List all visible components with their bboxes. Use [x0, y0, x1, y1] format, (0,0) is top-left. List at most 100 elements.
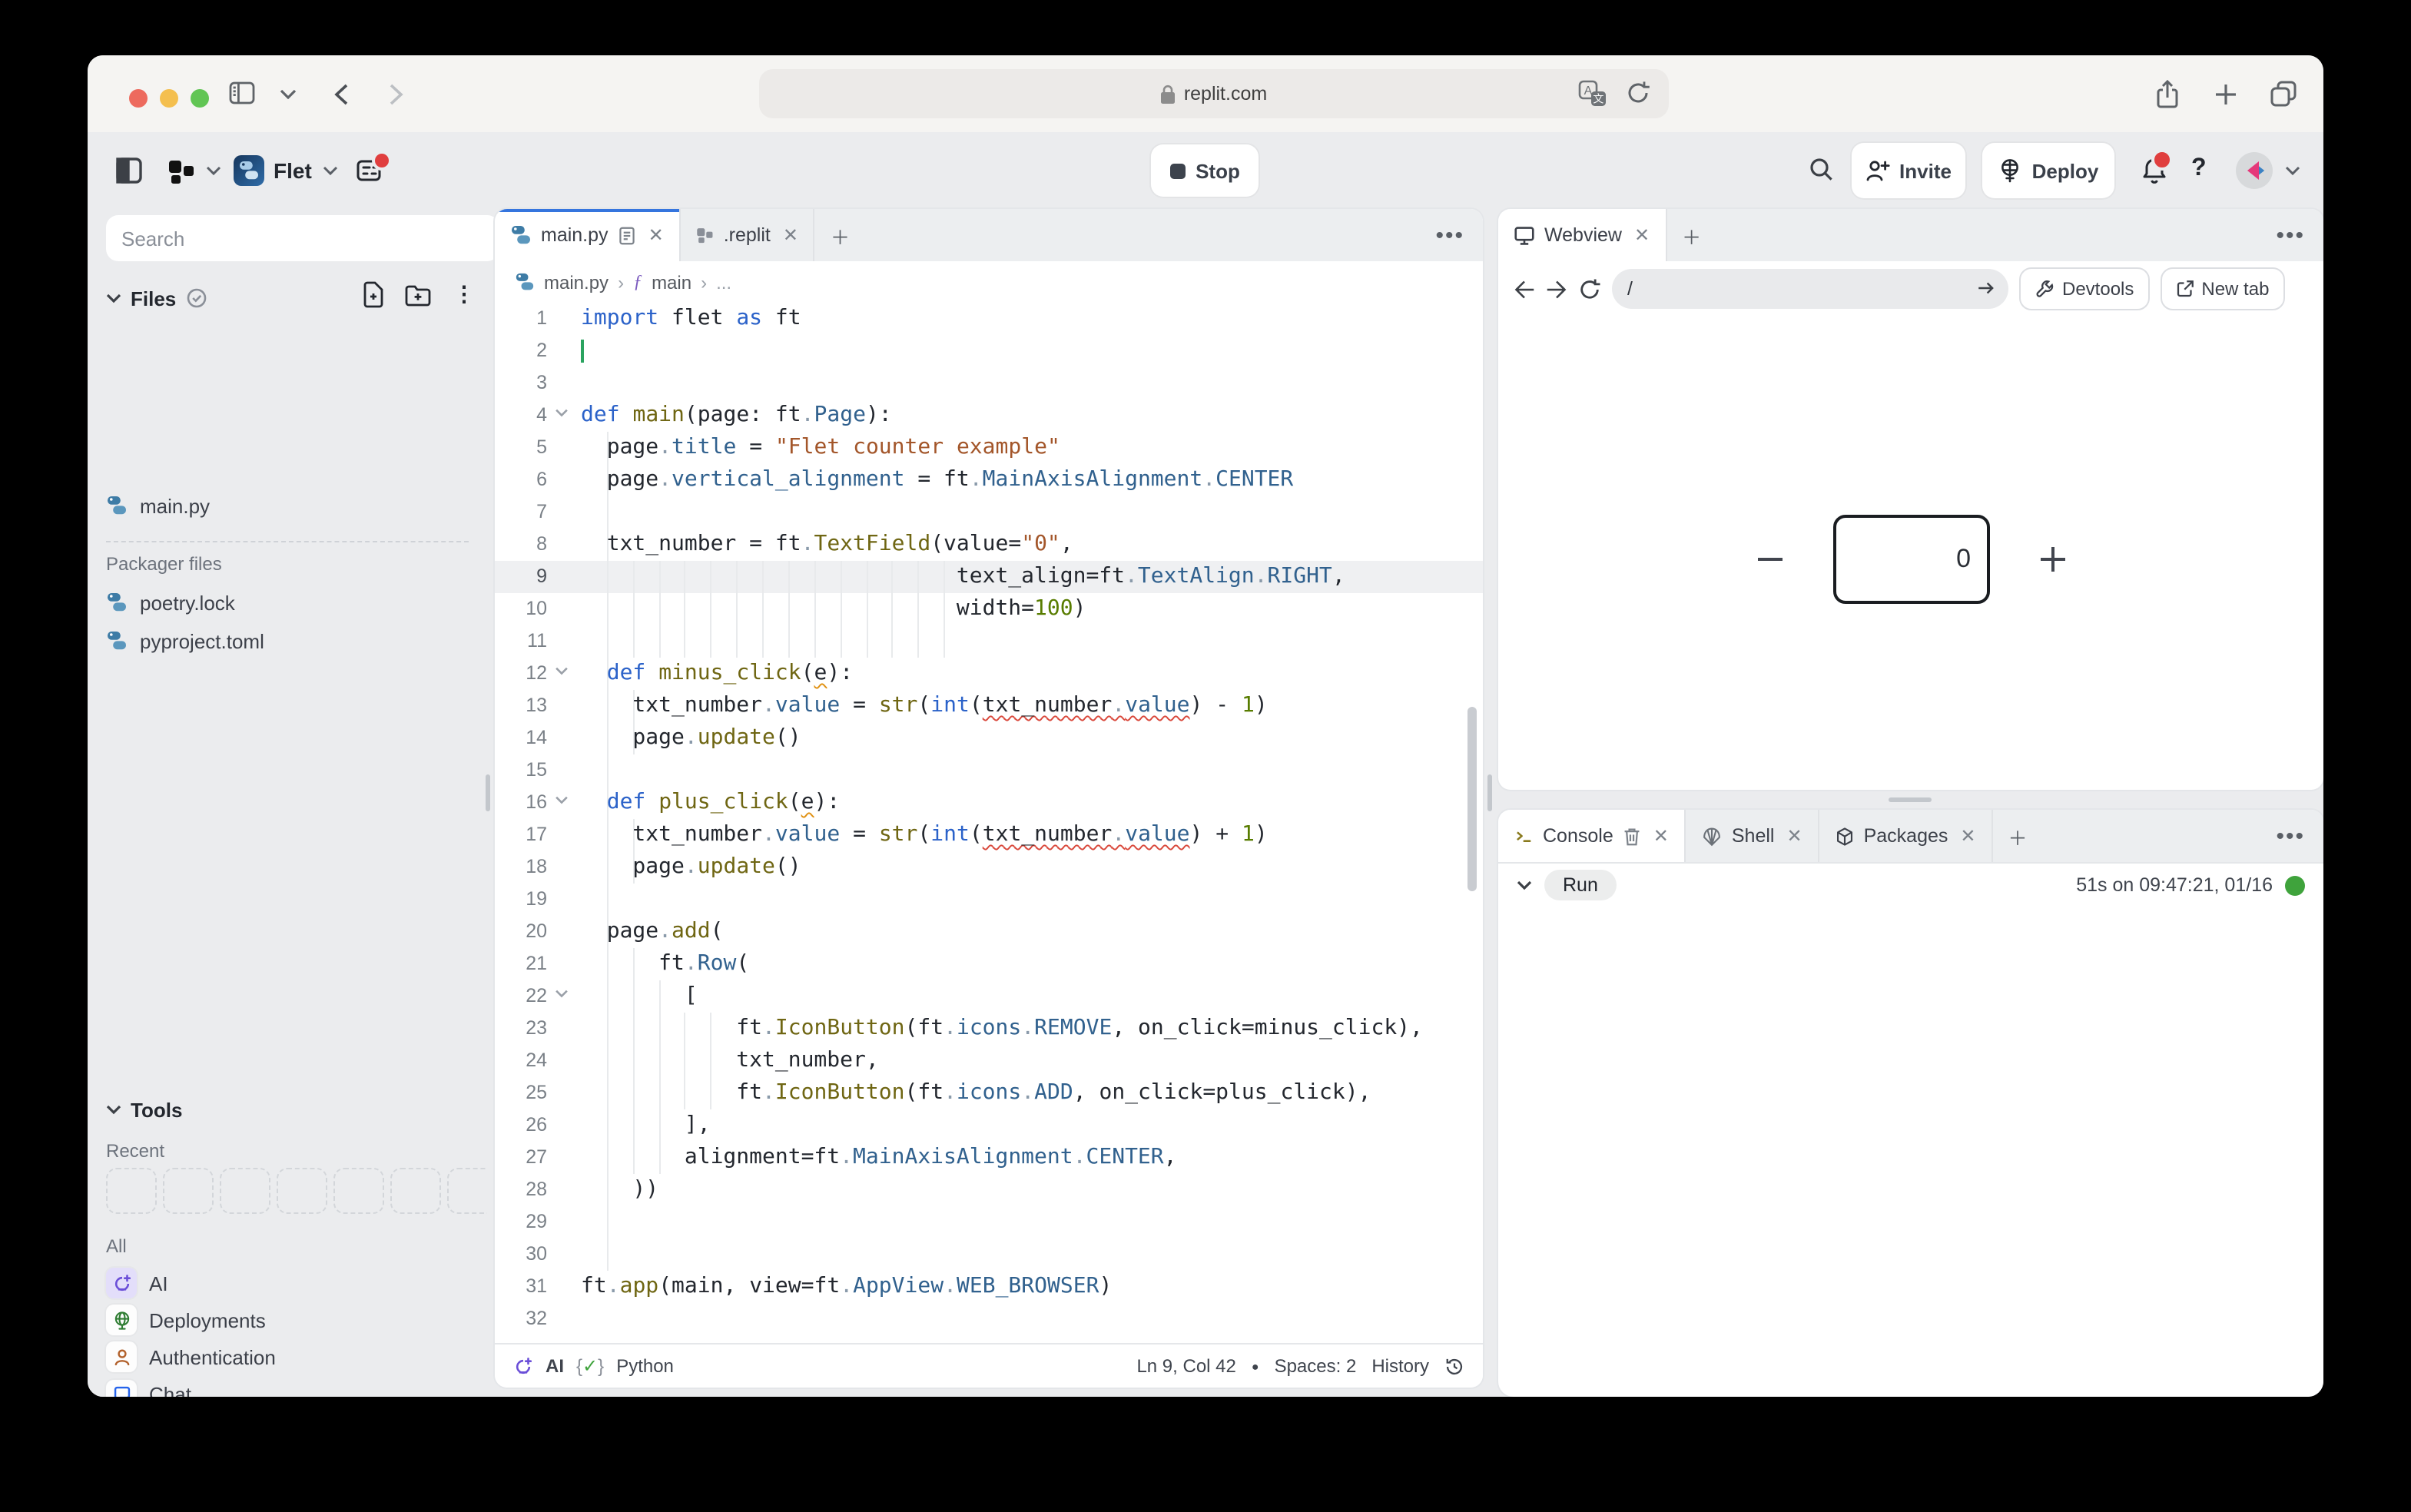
avatar[interactable] [2236, 152, 2273, 189]
code-line[interactable]: 29 [495, 1206, 1483, 1238]
open-new-tab-button[interactable]: New tab [2160, 267, 2284, 310]
vertical-resize-handle[interactable] [1487, 774, 1492, 811]
close-icon[interactable]: ✕ [1653, 825, 1669, 847]
close-icon[interactable]: ✕ [1634, 224, 1650, 246]
changelog-icon[interactable] [355, 155, 386, 186]
code-line[interactable]: 27 alignment=ft.MainAxisAlignment.CENTER… [495, 1142, 1483, 1174]
breadcrumb[interactable]: main.py › ƒ main › ... [495, 261, 1483, 303]
fold-chevron-icon[interactable] [555, 409, 569, 418]
code-line[interactable]: 3 [495, 367, 1483, 400]
cursor-position[interactable]: Ln 9, Col 42 [1136, 1355, 1235, 1377]
new-webview-tab-button[interactable]: ＋ [1666, 209, 1716, 261]
new-folder-icon[interactable] [404, 284, 432, 307]
tab-webview[interactable]: Webview ✕ [1498, 209, 1666, 261]
code-line[interactable]: 2 [495, 335, 1483, 367]
webview-menu-icon[interactable]: ••• [2276, 222, 2323, 248]
bell-icon[interactable] [2141, 155, 2168, 186]
minimize-window-button[interactable] [160, 89, 178, 108]
code-line[interactable]: 31ft.app(main, view=ft.AppView.WEB_BROWS… [495, 1271, 1483, 1303]
code-line[interactable]: 25 ft.IconButton(ft.icons.ADD, on_click=… [495, 1077, 1483, 1109]
zoom-window-button[interactable] [191, 89, 209, 108]
code-line[interactable]: 30 [495, 1238, 1483, 1271]
code-line[interactable]: 8 txt_number = ft.TextField(value="0", [495, 529, 1483, 561]
go-arrow-icon[interactable] [1976, 278, 1996, 298]
minus-button[interactable] [1753, 542, 1786, 576]
chevron-down-icon[interactable] [323, 166, 338, 177]
horizontal-resize-handle[interactable] [1889, 797, 1932, 802]
ai-icon[interactable] [513, 1356, 533, 1376]
webview-forward-icon[interactable] [1546, 279, 1567, 299]
tool-item-authentication[interactable]: Authentication [106, 1338, 481, 1378]
vertical-resize-handle[interactable] [486, 774, 490, 811]
code-line[interactable]: 1import flet as ft [495, 303, 1483, 335]
chevron-down-icon[interactable] [2285, 166, 2300, 177]
code-line[interactable]: 9 text_align=ft.TextAlign.RIGHT, [495, 561, 1483, 593]
close-icon[interactable]: ✕ [1786, 825, 1802, 847]
history-label[interactable]: History [1371, 1355, 1429, 1377]
webview-address-bar[interactable]: / [1612, 269, 2008, 309]
code-line[interactable]: 22 [ [495, 980, 1483, 1013]
code-line[interactable]: 4def main(page: ft.Page): [495, 400, 1483, 432]
status-ai-label[interactable]: AI [546, 1355, 564, 1377]
replit-logo[interactable] [167, 157, 197, 186]
tab-overview-icon[interactable] [2270, 80, 2297, 108]
close-icon[interactable]: ✕ [1960, 825, 1975, 847]
search-icon[interactable] [1809, 157, 1835, 183]
code-line[interactable]: 18 page.update() [495, 851, 1483, 884]
code-line[interactable]: 13 txt_number.value = str(int(txt_number… [495, 690, 1483, 722]
console-menu-icon[interactable]: ••• [2276, 823, 2323, 849]
code-line[interactable]: 10 width=100) [495, 593, 1483, 625]
close-icon[interactable]: ✕ [648, 224, 664, 246]
plus-button[interactable] [2035, 542, 2069, 576]
close-icon[interactable]: ✕ [783, 224, 798, 246]
trash-icon[interactable] [1623, 826, 1641, 846]
help-icon[interactable]: ? [2191, 155, 2207, 183]
webview-reload-icon[interactable] [1578, 277, 1601, 300]
code-line[interactable]: 23 ft.IconButton(ft.icons.REMOVE, on_cli… [495, 1013, 1483, 1045]
code-line[interactable]: 15 [495, 754, 1483, 787]
safari-sidebar-icon[interactable] [229, 81, 255, 104]
panel-toggle-icon[interactable] [115, 157, 143, 184]
stop-button[interactable]: Stop [1151, 144, 1259, 197]
devtools-button[interactable]: Devtools [2019, 267, 2149, 310]
webview-back-icon[interactable] [1514, 279, 1535, 299]
fold-chevron-icon[interactable] [555, 990, 569, 999]
file-item[interactable]: main.py [106, 486, 481, 526]
code-line[interactable]: 24 txt_number, [495, 1045, 1483, 1077]
tab-main.py[interactable]: main.py ✕ [495, 209, 681, 261]
tool-item-ai[interactable]: AI [106, 1263, 481, 1303]
share-icon[interactable] [2156, 80, 2179, 109]
editor-menu-icon[interactable]: ••• [1435, 222, 1483, 248]
file-item[interactable]: pyproject.toml [106, 621, 481, 661]
new-file-icon[interactable] [361, 281, 386, 309]
tab-packages[interactable]: Packages ✕ [1819, 810, 1993, 862]
file-item[interactable]: poetry.lock [106, 582, 481, 622]
code-line[interactable]: 14 page.update() [495, 722, 1483, 754]
code-line[interactable]: 16 def plus_click(e): [495, 787, 1483, 819]
new-tab-plus-icon[interactable] [2214, 83, 2237, 106]
run-command-pill[interactable]: Run [1544, 870, 1617, 900]
tab-shell[interactable]: Shell ✕ [1686, 810, 1819, 862]
new-editor-tab-button[interactable]: ＋ [815, 209, 865, 261]
history-clock-icon[interactable] [1444, 1356, 1464, 1376]
translate-icon[interactable]: A文 [1578, 80, 1607, 108]
close-window-button[interactable] [129, 89, 148, 108]
code-line[interactable]: 5 page.title = "Flet counter example" [495, 432, 1483, 464]
code-line[interactable]: 17 txt_number.value = str(int(txt_number… [495, 819, 1483, 851]
code-line[interactable]: 12 def minus_click(e): [495, 658, 1483, 690]
code-line[interactable]: 6 page.vertical_alignment = ft.MainAxisA… [495, 464, 1483, 496]
status-language[interactable]: Python [616, 1355, 674, 1377]
tab-console[interactable]: Console ✕ [1498, 810, 1686, 862]
code-line[interactable]: 20 page.add( [495, 916, 1483, 948]
breadcrumb-symbol[interactable]: main [652, 271, 691, 293]
search-input[interactable] [106, 215, 499, 261]
back-button[interactable] [333, 83, 349, 106]
tab-.replit[interactable]: .replit ✕ [681, 209, 815, 261]
breadcrumb-more[interactable]: ... [716, 271, 731, 293]
files-menu-icon[interactable]: ⋮ [453, 281, 476, 307]
code-line[interactable]: 19 [495, 884, 1483, 916]
indentation[interactable]: Spaces: 2 [1275, 1355, 1357, 1377]
counter-textfield[interactable]: 0 [1832, 515, 1989, 604]
address-bar[interactable]: replit.com A文 [759, 69, 1669, 118]
code-line[interactable]: 21 ft.Row( [495, 948, 1483, 980]
